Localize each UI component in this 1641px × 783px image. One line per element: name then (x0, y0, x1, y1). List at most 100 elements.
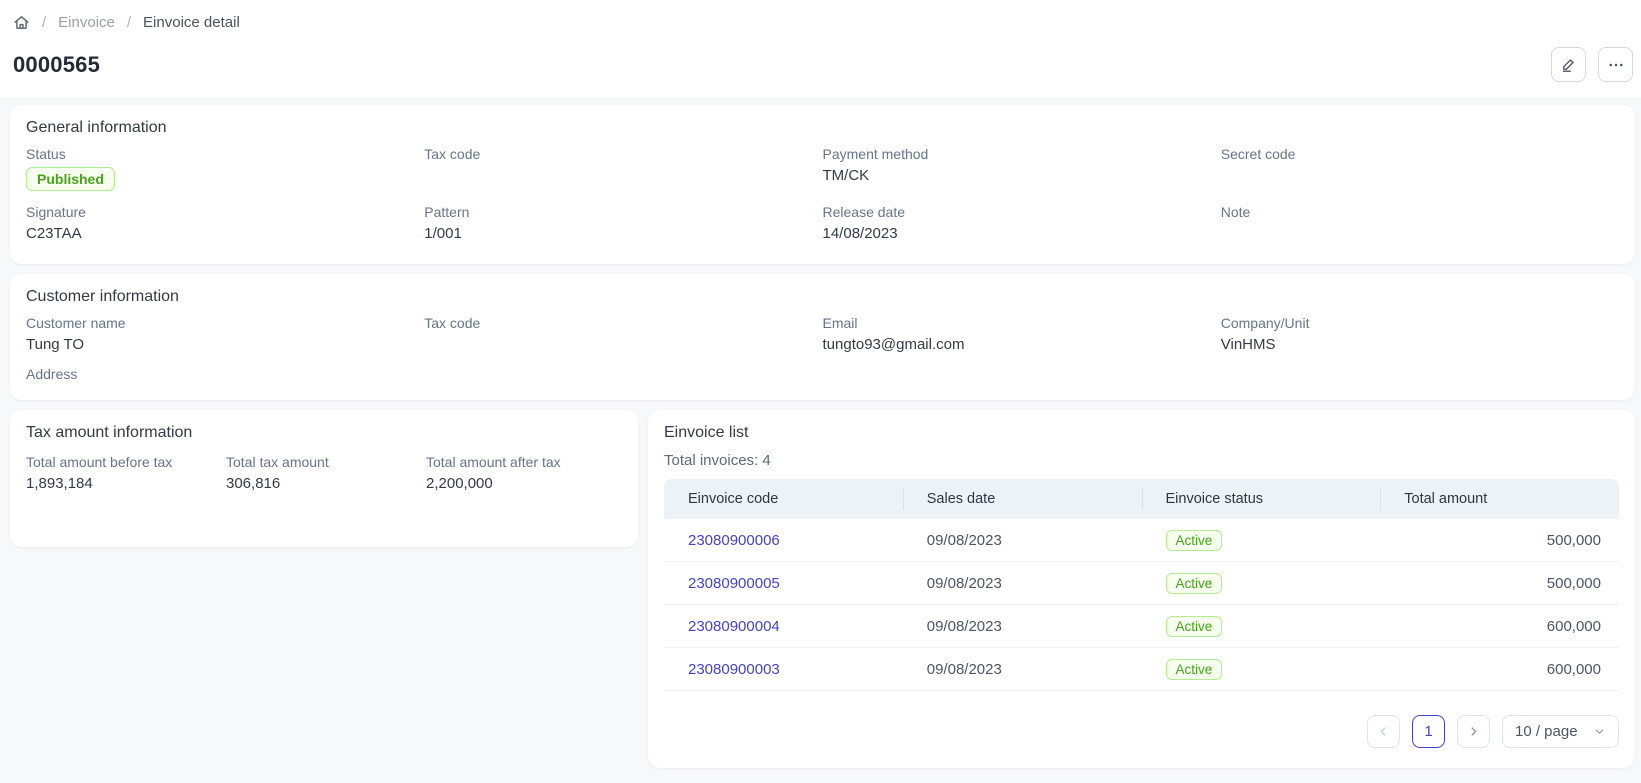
field-value: 1,893,184 (26, 475, 226, 495)
field-label: Tax code (424, 315, 822, 331)
field-value: VinHMS (1221, 336, 1619, 356)
table-header-row: Einvoice code Sales date Einvoice status… (664, 479, 1619, 519)
field-signature: Signature C23TAA (26, 204, 424, 245)
field-email: Email tungto93@gmail.com (823, 315, 1221, 356)
field-label: Tax code (424, 146, 822, 162)
customer-information-title: Customer information (26, 288, 1619, 306)
sales-date-cell: 09/08/2023 (903, 532, 1142, 549)
invoice-code-link[interactable]: 23080900003 (688, 661, 780, 678)
einvoice-list-card: Einvoice list Total invoices: 4 Einvoice… (648, 410, 1635, 768)
invoice-code-link[interactable]: 23080900004 (688, 618, 780, 635)
chevron-left-icon (1377, 725, 1390, 738)
ellipsis-icon (1607, 56, 1625, 74)
field-value (1221, 225, 1619, 245)
total-amount-cell: 500,000 (1380, 532, 1619, 549)
field-total-before-tax: Total amount before tax 1,893,184 (26, 454, 226, 495)
total-amount-cell: 500,000 (1380, 575, 1619, 592)
field-value (424, 336, 822, 356)
total-invoices-label: Total invoices: 4 (664, 452, 1619, 469)
home-icon[interactable] (13, 14, 30, 31)
field-value: tungto93@gmail.com (823, 336, 1221, 356)
status-badge: Active (1166, 616, 1223, 637)
field-total-after-tax: Total amount after tax 2,200,000 (426, 454, 622, 495)
page-size-label: 10 / page (1515, 723, 1578, 740)
total-amount-cell: 600,000 (1380, 618, 1619, 635)
column-header-einvoice-status: Einvoice status (1142, 479, 1381, 519)
column-header-einvoice-code: Einvoice code (664, 479, 903, 519)
field-address: Address (26, 366, 424, 382)
field-label: Signature (26, 204, 424, 220)
field-value: 1/001 (424, 225, 822, 245)
column-header-total-amount: Total amount (1380, 479, 1619, 519)
customer-information-card: Customer information Customer name Tung … (10, 274, 1635, 400)
field-status: Status Published (26, 146, 424, 191)
field-value: C23TAA (26, 225, 424, 245)
chevron-right-icon (1467, 725, 1480, 738)
breadcrumb-separator: / (42, 14, 46, 31)
chevron-down-icon (1593, 725, 1606, 738)
field-value: 14/08/2023 (823, 225, 1221, 245)
status-badge: Active (1166, 530, 1223, 551)
field-label: Release date (823, 204, 1221, 220)
column-header-sales-date: Sales date (903, 479, 1142, 519)
field-customer-name: Customer name Tung TO (26, 315, 424, 356)
field-label: Status (26, 146, 424, 162)
field-label: Address (26, 366, 424, 382)
field-note: Note (1221, 204, 1619, 245)
general-information-card: General information Status Published Tax… (10, 105, 1635, 264)
field-label: Total amount before tax (26, 454, 226, 470)
field-value: 306,816 (226, 475, 426, 495)
field-label: Payment method (823, 146, 1221, 162)
field-label: Company/Unit (1221, 315, 1619, 331)
einvoice-list-title: Einvoice list (664, 424, 1619, 442)
pagination-next-button[interactable] (1457, 715, 1490, 748)
invoice-code-link[interactable]: 23080900005 (688, 575, 780, 592)
page-title: 0000565 (13, 52, 100, 78)
table-row: 23080900003 09/08/2023 Active 600,000 (664, 648, 1619, 691)
edit-button[interactable] (1551, 47, 1586, 82)
status-badge: Active (1166, 573, 1223, 594)
field-label: Email (823, 315, 1221, 331)
tax-amount-card: Tax amount information Total amount befo… (10, 410, 638, 547)
field-value (424, 167, 822, 187)
field-release-date: Release date 14/08/2023 (823, 204, 1221, 245)
field-value: TM/CK (823, 167, 1221, 187)
field-payment-method: Payment method TM/CK (823, 146, 1221, 191)
invoice-code-link[interactable]: 23080900006 (688, 532, 780, 549)
breadcrumb-item-einvoice[interactable]: Einvoice (58, 14, 115, 31)
field-label: Total tax amount (226, 454, 426, 470)
breadcrumb: / Einvoice / Einvoice detail (13, 14, 1635, 31)
pagination: 1 10 / page (664, 715, 1619, 748)
tax-amount-title: Tax amount information (26, 424, 622, 442)
field-tax-code: Tax code (424, 146, 822, 191)
sales-date-cell: 09/08/2023 (903, 575, 1142, 592)
einvoice-table: Einvoice code Sales date Einvoice status… (664, 479, 1619, 691)
table-row: 23080900004 09/08/2023 Active 600,000 (664, 605, 1619, 648)
field-label: Total amount after tax (426, 454, 622, 470)
field-total-tax: Total tax amount 306,816 (226, 454, 426, 495)
field-value (1221, 167, 1619, 187)
field-secret-code: Secret code (1221, 146, 1619, 191)
table-row: 23080900005 09/08/2023 Active 500,000 (664, 562, 1619, 605)
field-value: 2,200,000 (426, 475, 622, 495)
breadcrumb-separator: / (127, 14, 131, 31)
general-information-title: General information (26, 119, 1619, 137)
field-company-unit: Company/Unit VinHMS (1221, 315, 1619, 356)
field-tax-code: Tax code (424, 315, 822, 356)
field-label: Pattern (424, 204, 822, 220)
field-label: Note (1221, 204, 1619, 220)
field-value: Tung TO (26, 336, 424, 356)
page-size-select[interactable]: 10 / page (1502, 715, 1619, 748)
pagination-page-1-button[interactable]: 1 (1412, 715, 1445, 748)
field-label: Secret code (1221, 146, 1619, 162)
status-badge: Published (26, 167, 115, 191)
sales-date-cell: 09/08/2023 (903, 618, 1142, 635)
field-pattern: Pattern 1/001 (424, 204, 822, 245)
total-amount-cell: 600,000 (1380, 661, 1619, 678)
page-header: / Einvoice / Einvoice detail 0000565 (0, 0, 1641, 97)
breadcrumb-item-einvoice-detail: Einvoice detail (143, 14, 240, 31)
more-actions-button[interactable] (1598, 47, 1633, 82)
pagination-prev-button[interactable] (1367, 715, 1400, 748)
sales-date-cell: 09/08/2023 (903, 661, 1142, 678)
status-badge: Active (1166, 659, 1223, 680)
